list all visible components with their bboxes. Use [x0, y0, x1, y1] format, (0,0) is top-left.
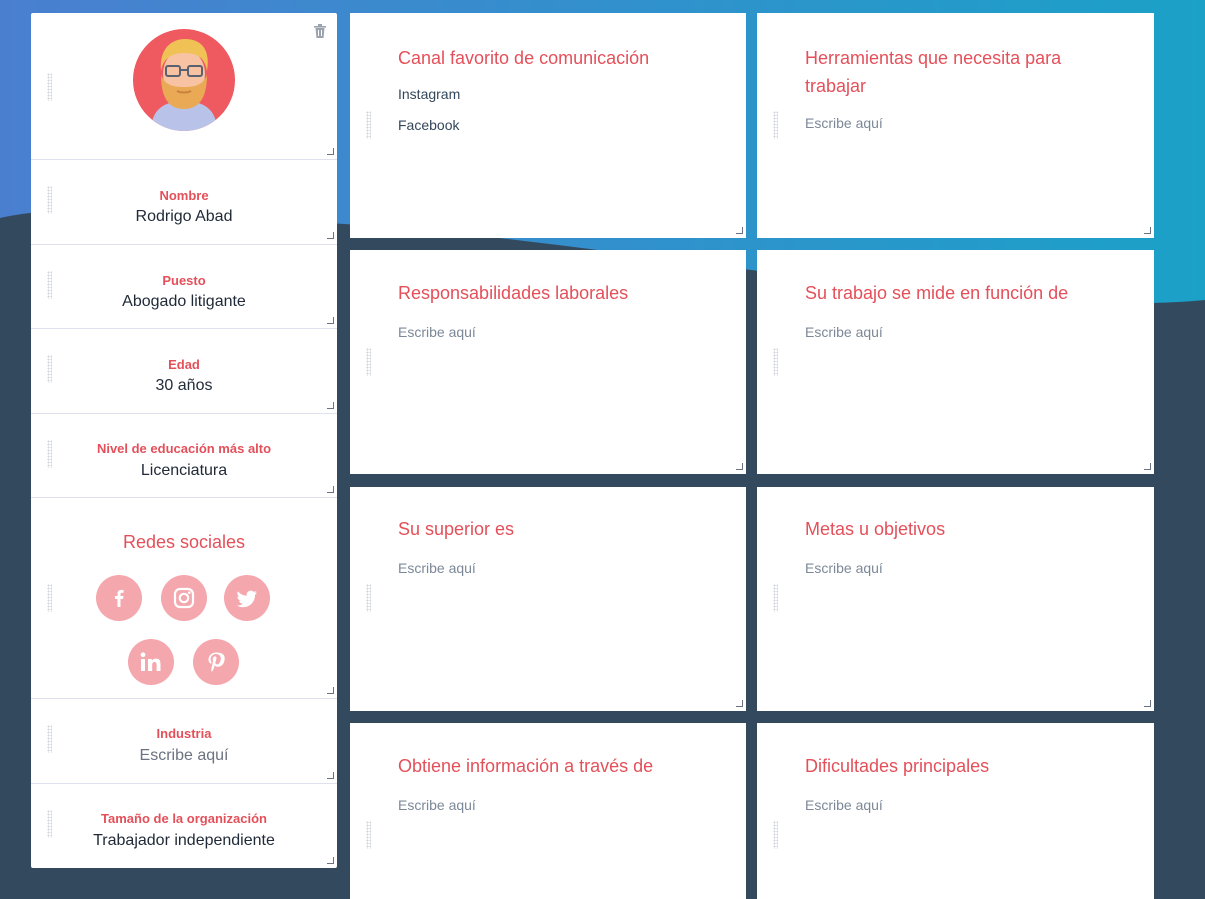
persona-sidebar: Nombre Rodrigo Abad Puesto Abogado litig…: [31, 13, 337, 868]
social-title: Redes sociales: [122, 532, 246, 552]
field-value[interactable]: Rodrigo Abad: [31, 208, 337, 226]
card-title: Su superior es: [398, 519, 515, 539]
card-placeholder[interactable]: Escribe aquí: [805, 797, 883, 813]
card-title: Herramientas que necesita para trabajar: [805, 48, 1062, 96]
field-value[interactable]: Escribe aquí: [31, 747, 337, 765]
drag-handle[interactable]: [773, 348, 778, 376]
avatar[interactable]: [133, 29, 235, 131]
avatar-section[interactable]: [31, 13, 337, 160]
card-placeholder[interactable]: Escribe aquí: [805, 324, 883, 340]
drag-handle[interactable]: [366, 821, 371, 849]
pinterest-icon[interactable]: [193, 639, 239, 685]
card-responsabilidades[interactable]: Responsabilidades laborales Escribe aquí: [350, 250, 746, 474]
card-item[interactable]: Facebook: [398, 117, 459, 133]
facebook-icon[interactable]: [96, 575, 142, 621]
drag-handle[interactable]: [773, 821, 778, 849]
field-label: Puesto: [162, 273, 206, 288]
resize-handle[interactable]: [327, 486, 334, 493]
card-dificultades[interactable]: Dificultades principales Escribe aquí: [757, 723, 1154, 899]
drag-handle[interactable]: [47, 73, 52, 101]
card-canal-favorito[interactable]: Canal favorito de comunicación Instagram…: [350, 13, 746, 238]
card-placeholder[interactable]: Escribe aquí: [805, 115, 883, 131]
drag-handle[interactable]: [366, 111, 371, 139]
resize-handle[interactable]: [327, 148, 334, 155]
field-label: Edad: [168, 357, 200, 372]
card-title: Obtiene información a través de: [398, 756, 654, 776]
card-superior[interactable]: Su superior es Escribe aquí: [350, 487, 746, 711]
card-placeholder[interactable]: Escribe aquí: [398, 324, 476, 340]
card-title: Responsabilidades laborales: [398, 283, 629, 303]
resize-handle[interactable]: [327, 232, 334, 239]
field-label: Tamaño de la organización: [101, 811, 267, 826]
resize-handle[interactable]: [327, 317, 334, 324]
resize-handle[interactable]: [736, 227, 743, 234]
card-placeholder[interactable]: Escribe aquí: [398, 560, 476, 576]
twitter-icon[interactable]: [224, 575, 270, 621]
card-title: Dificultades principales: [805, 756, 990, 776]
drag-handle[interactable]: [773, 111, 778, 139]
field-nombre[interactable]: Nombre Rodrigo Abad: [31, 160, 337, 245]
field-value[interactable]: Trabajador independiente: [31, 832, 337, 850]
card-title: Su trabajo se mide en función de: [805, 283, 1069, 303]
field-label: Industria: [156, 726, 212, 741]
field-puesto[interactable]: Puesto Abogado litigante: [31, 245, 337, 329]
resize-handle[interactable]: [1144, 463, 1151, 470]
card-obtiene-informacion[interactable]: Obtiene información a través de Escribe …: [350, 723, 746, 899]
card-metas[interactable]: Metas u objetivos Escribe aquí: [757, 487, 1154, 711]
resize-handle[interactable]: [1144, 700, 1151, 707]
resize-handle[interactable]: [327, 857, 334, 864]
card-title: Metas u objetivos: [805, 519, 946, 539]
social-section[interactable]: Redes sociales: [31, 498, 337, 699]
card-herramientas[interactable]: Herramientas que necesita para trabajar …: [757, 13, 1154, 238]
field-value[interactable]: Licenciatura: [31, 462, 337, 480]
drag-handle[interactable]: [773, 584, 778, 612]
field-industria[interactable]: Industria Escribe aquí: [31, 699, 337, 784]
field-value[interactable]: 30 años: [31, 377, 337, 395]
card-trabajo-mide[interactable]: Su trabajo se mide en función de Escribe…: [757, 250, 1154, 474]
field-educacion[interactable]: Nivel de educación más alto Licenciatura: [31, 414, 337, 498]
resize-handle[interactable]: [1144, 227, 1151, 234]
card-title: Canal favorito de comunicación: [398, 48, 650, 68]
field-edad[interactable]: Edad 30 años: [31, 329, 337, 414]
card-placeholder[interactable]: Escribe aquí: [805, 560, 883, 576]
resize-handle[interactable]: [327, 402, 334, 409]
field-tamano-organizacion[interactable]: Tamaño de la organización Trabajador ind…: [31, 784, 337, 868]
resize-handle[interactable]: [327, 687, 334, 694]
field-label: Nombre: [159, 188, 209, 203]
drag-handle[interactable]: [366, 584, 371, 612]
trash-icon[interactable]: [314, 24, 326, 38]
linkedin-icon[interactable]: [128, 639, 174, 685]
resize-handle[interactable]: [736, 700, 743, 707]
instagram-icon[interactable]: [161, 575, 207, 621]
field-value[interactable]: Abogado litigante: [31, 293, 337, 311]
resize-handle[interactable]: [736, 463, 743, 470]
resize-handle[interactable]: [327, 772, 334, 779]
card-item[interactable]: Instagram: [398, 86, 460, 102]
drag-handle[interactable]: [366, 348, 371, 376]
field-label: Nivel de educación más alto: [96, 441, 272, 456]
card-placeholder[interactable]: Escribe aquí: [398, 797, 476, 813]
drag-handle[interactable]: [47, 584, 52, 612]
